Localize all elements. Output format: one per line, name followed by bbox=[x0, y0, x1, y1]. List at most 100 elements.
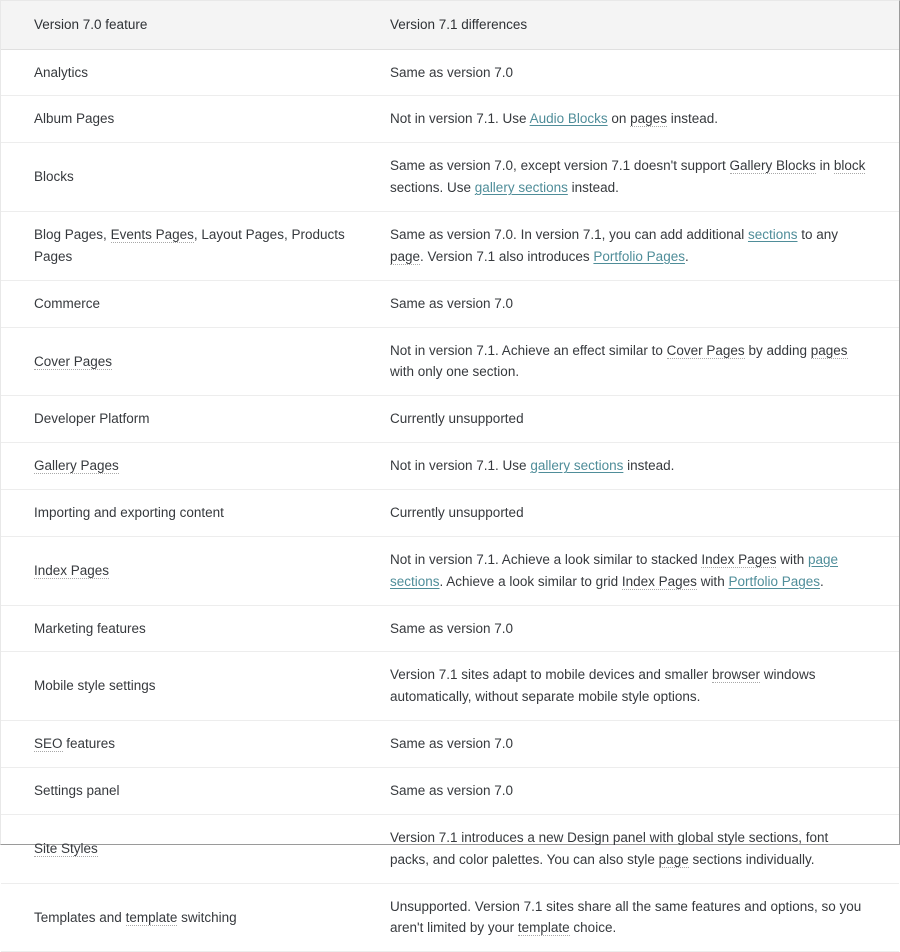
text-fragment: with bbox=[696, 573, 729, 589]
glossary-term[interactable]: Gallery Blocks bbox=[729, 158, 816, 175]
text-fragment: in bbox=[815, 158, 834, 174]
glossary-term[interactable]: Index Pages bbox=[34, 562, 110, 579]
feature-cell: Gallery Pages bbox=[1, 442, 380, 491]
glossary-term[interactable]: Site Styles bbox=[34, 840, 98, 857]
inline-link[interactable]: gallery sections bbox=[530, 458, 623, 473]
version-comparison-table: Version 7.0 feature Version 7.1 differen… bbox=[1, 1, 899, 952]
feature-cell: Settings panel bbox=[1, 767, 380, 815]
difference-cell: Not in version 7.1. Achieve an effect si… bbox=[380, 327, 899, 397]
glossary-term[interactable]: Events Pages bbox=[110, 227, 194, 243]
text-fragment: Same as version 7.0 bbox=[390, 783, 514, 799]
difference-cell: Version 7.1 introduces a new Design pane… bbox=[380, 814, 899, 884]
glossary-term[interactable]: browser bbox=[711, 667, 760, 684]
glossary-term[interactable]: pages bbox=[630, 111, 667, 128]
feature-cell: Templates and template switching bbox=[1, 883, 380, 952]
table-row: Mobile style settings Version 7.1 sites a… bbox=[1, 651, 899, 722]
difference-cell: Same as version 7.0 bbox=[380, 605, 899, 653]
glossary-term[interactable]: page bbox=[390, 248, 421, 265]
text-fragment: Same as version 7.0 bbox=[390, 620, 514, 636]
text-fragment: Unsupported. Version 7.1 sites share all… bbox=[390, 898, 862, 936]
column-header-version-71-differences: Version 7.1 differences bbox=[380, 1, 899, 50]
inline-link[interactable]: Portfolio Pages bbox=[728, 574, 820, 589]
text-fragment: Commerce bbox=[34, 295, 101, 311]
difference-cell: Same as version 7.0 bbox=[380, 49, 899, 97]
table-row: SEO features Same as version 7.0 bbox=[1, 720, 899, 769]
feature-cell: Cover Pages bbox=[1, 327, 380, 397]
glossary-term[interactable]: pages bbox=[810, 342, 848, 359]
text-fragment: Blog Pages, bbox=[34, 227, 111, 242]
text-fragment: features bbox=[62, 736, 116, 752]
table-row: Developer Platform Currently unsupported bbox=[1, 395, 899, 444]
text-fragment: Currently unsupported bbox=[390, 505, 524, 521]
glossary-term[interactable]: SEO bbox=[34, 736, 63, 753]
difference-cell: Unsupported. Version 7.1 sites share all… bbox=[380, 883, 899, 952]
table-row: Site Styles Version 7.1 introduces a new … bbox=[1, 814, 899, 884]
table-row: Analytics Same as version 7.0 bbox=[1, 49, 899, 97]
text-fragment: to any bbox=[797, 227, 839, 242]
text-fragment: Same as version 7.0 bbox=[390, 295, 514, 311]
text-fragment: instead. bbox=[567, 180, 619, 196]
text-fragment: sections. Use bbox=[390, 180, 475, 196]
text-fragment: sections individually. bbox=[688, 851, 815, 867]
feature-cell: Marketing features bbox=[1, 605, 380, 653]
inline-link[interactable]: Portfolio Pages bbox=[593, 249, 685, 264]
difference-cell: Not in version 7.1. Use Audio Blocks on … bbox=[380, 95, 899, 144]
text-fragment: Marketing features bbox=[34, 620, 146, 636]
text-fragment: . bbox=[684, 248, 689, 264]
feature-cell: Analytics bbox=[1, 49, 380, 97]
glossary-term[interactable]: Gallery Pages bbox=[34, 458, 119, 475]
difference-cell: Not in version 7.1. Use gallery sections… bbox=[380, 442, 899, 491]
table-row: Album Pages Not in version 7.1. Use Audio… bbox=[1, 95, 899, 144]
text-fragment: Not in version 7.1. Use bbox=[390, 111, 530, 127]
difference-cell: Same as version 7.0, except version 7.1 … bbox=[380, 142, 899, 212]
text-fragment: Not in version 7.1. Achieve a look simil… bbox=[390, 551, 702, 567]
difference-cell: Same as version 7.0 bbox=[380, 767, 899, 815]
text-fragment: Analytics bbox=[34, 64, 89, 80]
feature-cell: Commerce bbox=[1, 280, 380, 328]
table-row: Blocks Same as version 7.0, except versio… bbox=[1, 142, 899, 212]
table-body: Analytics Same as version 7.0 Album Pages N… bbox=[1, 49, 899, 952]
feature-cell: Site Styles bbox=[1, 814, 380, 884]
feature-cell: Album Pages bbox=[1, 95, 380, 144]
glossary-term[interactable]: Index Pages bbox=[621, 573, 697, 590]
difference-cell: Not in version 7.1. Achieve a look simil… bbox=[380, 536, 899, 606]
table-row: Blog Pages, Events Pages, Layout Pages, … bbox=[1, 211, 899, 281]
feature-cell: Blog Pages, Events Pages, Layout Pages, … bbox=[1, 211, 380, 281]
feature-cell: Index Pages bbox=[1, 536, 380, 606]
text-fragment: Version 7.1 sites adapt to mobile device… bbox=[390, 667, 712, 683]
difference-cell: Same as version 7.0 bbox=[380, 280, 899, 328]
feature-cell: Importing and exporting content bbox=[1, 489, 380, 537]
text-fragment: . Version 7.1 also introduces bbox=[420, 248, 594, 264]
text-fragment: . Achieve a look similar to grid bbox=[439, 573, 622, 589]
glossary-term[interactable]: Index Pages bbox=[701, 551, 777, 568]
text-fragment: . bbox=[820, 573, 824, 589]
text-fragment: Same as version 7.0 bbox=[390, 736, 514, 752]
inline-link[interactable]: sections bbox=[748, 227, 798, 242]
text-fragment: instead. bbox=[623, 458, 675, 474]
table-row: Gallery Pages Not in version 7.1. Use gal… bbox=[1, 442, 899, 491]
difference-cell: Currently unsupported bbox=[380, 395, 899, 444]
difference-cell: Currently unsupported bbox=[380, 489, 899, 537]
glossary-term[interactable]: template bbox=[517, 920, 570, 937]
glossary-term[interactable]: template bbox=[125, 909, 178, 926]
text-fragment: Settings panel bbox=[34, 783, 120, 799]
inline-link[interactable]: Audio Blocks bbox=[530, 111, 608, 126]
difference-cell: Same as version 7.0 bbox=[380, 720, 899, 769]
version-comparison-table-container: Version 7.0 feature Version 7.1 differen… bbox=[0, 0, 900, 952]
text-fragment: instead. bbox=[666, 111, 718, 127]
glossary-term[interactable]: Cover Pages bbox=[666, 342, 745, 359]
feature-cell: Blocks bbox=[1, 142, 380, 212]
text-fragment: Same as version 7.0. In version 7.1, you… bbox=[390, 227, 748, 242]
glossary-term[interactable]: Cover Pages bbox=[34, 353, 113, 370]
text-fragment: Album Pages bbox=[34, 111, 115, 127]
text-fragment: switching bbox=[177, 909, 237, 925]
text-fragment: Currently unsupported bbox=[390, 411, 524, 427]
inline-link[interactable]: gallery sections bbox=[475, 180, 568, 195]
text-fragment: on bbox=[607, 111, 631, 127]
text-fragment: Mobile style settings bbox=[34, 678, 156, 694]
text-fragment: Importing and exporting content bbox=[34, 505, 224, 521]
glossary-term[interactable]: page bbox=[658, 851, 689, 868]
text-fragment: with only one section. bbox=[390, 364, 520, 380]
feature-cell: SEO features bbox=[1, 720, 380, 769]
glossary-term[interactable]: block bbox=[833, 158, 866, 175]
